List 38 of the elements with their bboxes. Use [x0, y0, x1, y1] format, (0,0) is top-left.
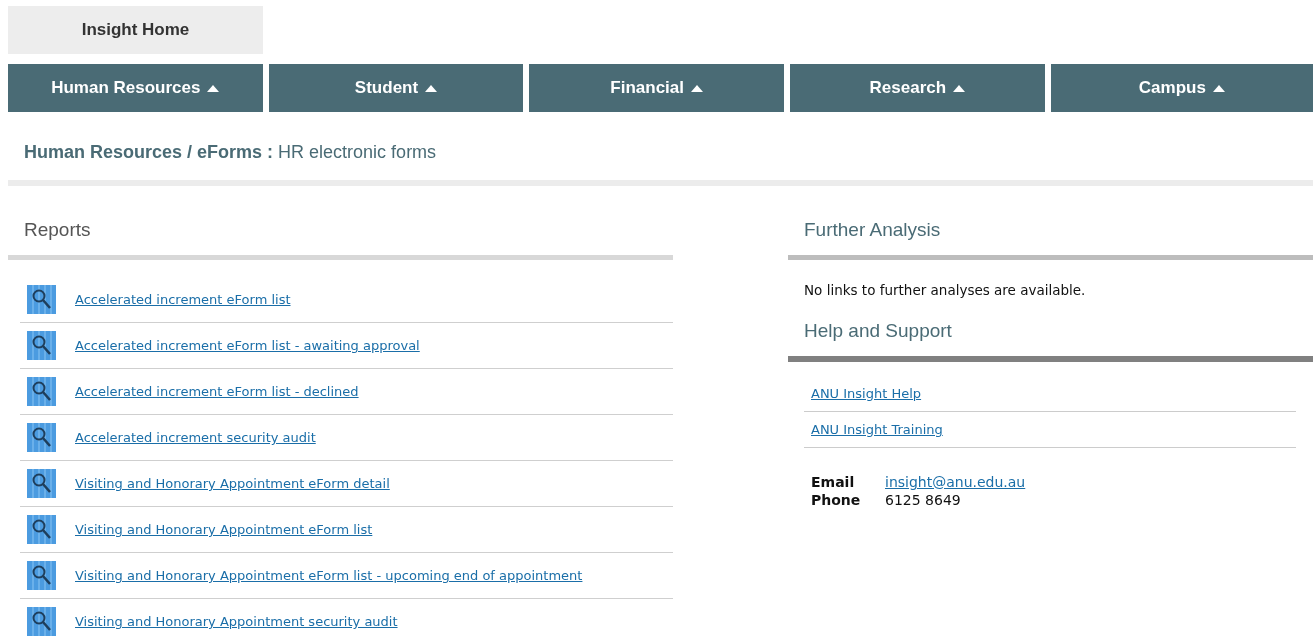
home-button[interactable]: Insight Home [8, 6, 263, 54]
section-title: Reports [23, 219, 92, 242]
nav-tab[interactable]: Campus [1050, 64, 1313, 112]
caret-icon [207, 84, 220, 92]
magnifier-icon [27, 423, 56, 452]
report-link[interactable]: Visiting and Honorary Appointment eForm detail [75, 476, 390, 491]
report-link[interactable]: Visiting and Honorary Appointment security audit [75, 614, 398, 629]
help-link[interactable]: ANU Insight Training [811, 422, 943, 437]
caret-icon [691, 84, 703, 92]
nav-tab[interactable]: Financial [529, 64, 784, 112]
contact-value: 6125 8649 [885, 492, 962, 508]
report-link[interactable]: Accelerated increment eForm list - awaiting approval [75, 338, 420, 353]
nav-tab[interactable]: Student [268, 64, 524, 112]
magnifier-icon [27, 607, 56, 636]
report-link[interactable]: Visiting and Honorary Appointment eForm list - upcoming end of appointment [75, 568, 583, 583]
magnifier-icon [27, 561, 56, 590]
caret-icon [953, 84, 966, 92]
caret-icon [425, 84, 438, 92]
magnifier-icon [27, 469, 56, 498]
magnifier-icon [27, 331, 56, 360]
nav-tab[interactable]: Human Resources [8, 64, 263, 112]
section-title: Help and Support [803, 320, 953, 343]
nav-tab[interactable]: Research [790, 64, 1045, 112]
contact-label: Email [811, 474, 856, 490]
breadcrumb: Human Resources / eForms : HR electronic forms [24, 142, 438, 163]
caret-icon [1212, 84, 1225, 92]
empty-message: No links to further analyses are available. [803, 281, 1087, 300]
report-link[interactable]: Accelerated increment eForm list - declined [75, 384, 359, 399]
contact-label: Phone [811, 492, 862, 508]
magnifier-icon [27, 515, 56, 544]
email-link[interactable]: insight@anu.edu.au [885, 474, 1026, 490]
report-link[interactable]: Accelerated increment security audit [75, 430, 316, 445]
section-title: Further Analysis [803, 219, 942, 242]
report-link[interactable]: Accelerated increment eForm list [75, 292, 291, 307]
magnifier-icon [27, 285, 56, 314]
magnifier-icon [27, 377, 56, 406]
report-link[interactable]: Visiting and Honorary Appointment eForm list [75, 522, 373, 537]
help-link[interactable]: ANU Insight Help [811, 386, 922, 401]
